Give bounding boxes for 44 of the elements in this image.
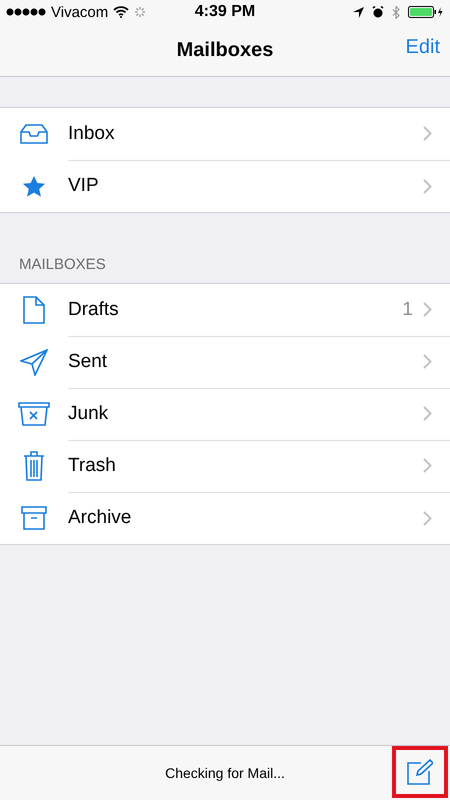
wifi-icon: [113, 6, 130, 18]
inbox-tray-icon: [20, 124, 48, 144]
mailbox-row[interactable]: Sent: [0, 336, 450, 388]
chevron-icon: [423, 458, 432, 473]
compose-button[interactable]: [392, 746, 448, 798]
compose-icon: [407, 759, 433, 785]
mailbox-row[interactable]: VIP: [0, 160, 450, 212]
mailbox-label: VIP: [68, 175, 100, 197]
mailbox-label: Inbox: [68, 122, 116, 144]
unread-count: 1: [402, 298, 413, 320]
mailbox-row[interactable]: Junk: [0, 388, 450, 440]
mailbox-row[interactable]: Trash: [0, 440, 450, 492]
mailbox-label: Sent: [68, 350, 108, 372]
screen-title: Mailboxes: [176, 38, 274, 62]
section-header: MAILBOXES: [19, 256, 106, 273]
mail-status: Checking for Mail...: [165, 765, 285, 781]
clock-time: 4:39 PM: [194, 3, 256, 21]
chevron-icon: [423, 510, 432, 526]
chevron-icon: [423, 178, 432, 194]
star-icon: [23, 176, 45, 196]
signal-icon: [6, 8, 46, 16]
location-arrow-icon: [353, 6, 364, 18]
carrier-name: Vivacom: [51, 4, 108, 20]
battery-icon: [408, 6, 444, 18]
chevron-icon: [423, 406, 432, 421]
mailbox-label: Trash: [68, 454, 117, 476]
activity-spinner-icon: [134, 6, 146, 18]
alarm-clock-icon: [372, 6, 384, 18]
paper-plane-icon: [20, 348, 48, 376]
mailbox-label: Drafts: [68, 298, 120, 320]
mailbox-label: Junk: [68, 402, 110, 424]
chevron-icon: [423, 302, 432, 317]
mailbox-label: Archive: [68, 507, 132, 529]
archive-box-icon: [21, 506, 47, 530]
bluetooth-icon: [392, 6, 400, 18]
chevron-icon: [423, 126, 432, 141]
mailbox-row[interactable]: Archive: [0, 492, 450, 544]
trash-can-icon: [23, 451, 45, 481]
document-icon: [23, 296, 45, 324]
chevron-icon: [423, 354, 432, 369]
edit-link[interactable]: Edit: [406, 36, 440, 59]
mailbox-row[interactable]: Inbox: [0, 108, 450, 160]
junk-bin-icon: [18, 402, 50, 426]
mailbox-row[interactable]: Drafts 1: [0, 284, 450, 336]
